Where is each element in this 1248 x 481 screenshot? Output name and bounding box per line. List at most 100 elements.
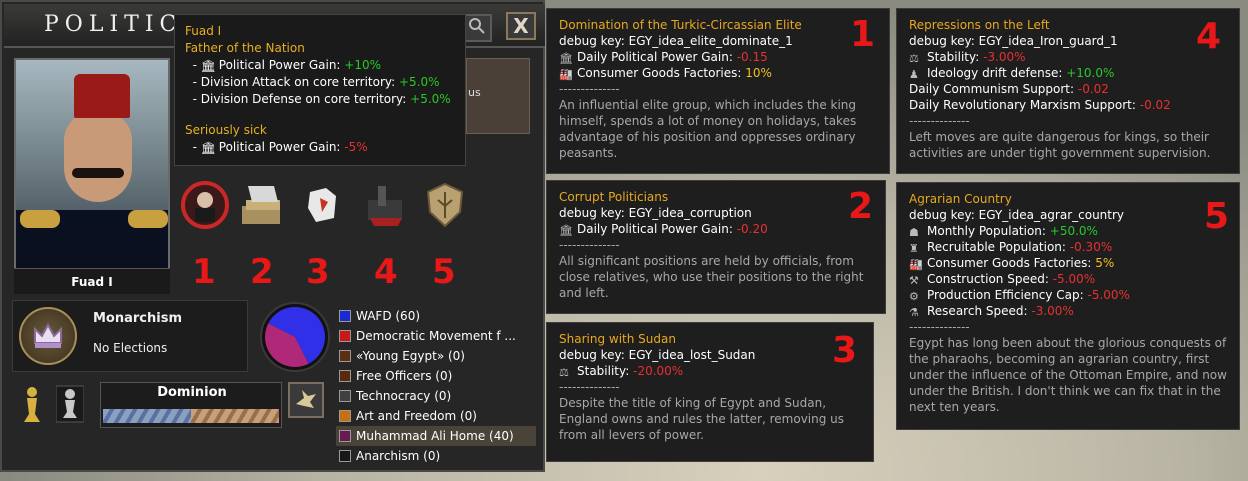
tooltip-title: Corrupt Politicians (559, 190, 669, 204)
elections-status: No Elections (93, 341, 168, 355)
national-spirits-row (178, 178, 478, 238)
chained-hammer-icon[interactable] (358, 178, 412, 232)
scale-icon: ⚖ (909, 52, 919, 65)
tooltip-title: Repressions on the Left (909, 18, 1050, 32)
population-icon: ☗ (909, 226, 919, 239)
party-row[interactable]: Democratic Movement f ... (336, 326, 536, 346)
party-name: Technocracy (0) (356, 389, 452, 403)
party-row[interactable]: Technocracy (0) (336, 386, 536, 406)
pp-icon: 🏛 (200, 59, 217, 73)
idea-tooltip-4: Repressions on the Left debug key: EGY_id… (896, 8, 1240, 174)
partial-label: us (468, 86, 481, 99)
party-row[interactable]: Muhammad Ali Home (40) (336, 426, 536, 446)
tooltip-number: 4 (1196, 16, 1222, 57)
dove-icon[interactable] (288, 382, 324, 418)
tooltip-modifier: ♜ Recruitable Population: -0.30% (909, 240, 1113, 255)
leader-portrait[interactable] (14, 58, 170, 286)
idea-tooltip-5: Agrarian Country debug key: EGY_idea_agra… (896, 182, 1240, 430)
party-row[interactable]: WAFD (60) (336, 306, 536, 326)
tooltip-description: Left moves are quite dangerous for kings… (909, 130, 1211, 160)
production-icon: ⚙ (909, 290, 919, 303)
party-name: WAFD (60) (356, 309, 421, 323)
party-row[interactable]: Art and Freedom (0) (336, 406, 536, 426)
party-color-swatch (339, 390, 351, 402)
trait2-line: - 🏛 Political Power Gain: -5% (185, 140, 368, 155)
wheat-shield-icon[interactable] (418, 178, 472, 232)
tooltip-debug-key: debug key: EGY_idea_elite_dominate_1 (559, 34, 793, 48)
pawn-gold-icon (24, 387, 40, 422)
tooltip-modifier: 🏛 Daily Political Power Gain: -0.15 (559, 50, 768, 65)
tooltip-number: 5 (1204, 196, 1230, 237)
tooltip-modifier: ⚖ Stability: -20.00% (559, 364, 684, 379)
leader-tooltip: Fuad I Father of the Nation - 🏛 Political… (174, 14, 466, 166)
tooltip-description: Despite the title of king of Egypt and S… (559, 396, 845, 442)
party-row[interactable]: «Young Egypt» (0) (336, 346, 536, 366)
ideology-name: Monarchism (93, 311, 183, 326)
epaulette-left (20, 210, 60, 228)
trait1-line: - Division Attack on core territory: +5.… (185, 75, 440, 89)
tooltip-debug-key: debug key: EGY_idea_lost_Sudan (559, 348, 756, 362)
leader-face (64, 112, 132, 202)
dominion-fill-right (191, 409, 279, 423)
magnifier-icon[interactable] (462, 14, 492, 42)
tooltip-title: Sharing with Sudan (559, 332, 676, 346)
tooltip-description: An influential elite group, which includ… (559, 98, 857, 160)
party-row[interactable]: Anarchism (0) (336, 446, 536, 466)
mustache (72, 168, 124, 178)
tooltip-modifier: ♟ Ideology drift defense: +10.0% (909, 66, 1115, 81)
tooltip-description: All significant positions are held by of… (559, 254, 864, 300)
trait-father-of-nation: Father of the Nation (185, 41, 305, 55)
party-name: Democratic Movement f ... (356, 329, 516, 343)
party-color-swatch (339, 350, 351, 362)
tooltip-modifier: Daily Communism Support: -0.02 (909, 82, 1109, 96)
party-row[interactable]: Free Officers (0) (336, 366, 536, 386)
research-icon: ⚗ (909, 306, 919, 319)
party-color-swatch (339, 330, 351, 342)
leader-name: Fuad I (14, 268, 170, 294)
torn-map-icon[interactable] (296, 178, 350, 232)
fez-hat (74, 74, 130, 118)
idea-number: 2 (250, 252, 274, 292)
government-type: Dominion (16, 378, 326, 438)
trait-seriously-sick: Seriously sick (185, 123, 267, 137)
pie-chart (265, 307, 325, 367)
party-name: Free Officers (0) (356, 369, 453, 383)
ideology-icon: ♟ (909, 68, 919, 81)
tooltip-modifier: ⚗ Research Speed: -3.00% (909, 304, 1074, 319)
tooltip-debug-key: debug key: EGY_idea_Iron_guard_1 (909, 34, 1118, 48)
party-list: WAFD (60) Democratic Movement f ... «Young… (336, 306, 536, 466)
tooltip-debug-key: debug key: EGY_idea_corruption (559, 206, 752, 220)
party-popularity-pie[interactable] (260, 302, 330, 372)
tooltip-separator: -------------- (559, 238, 620, 252)
politics-panel: POLITICA X us Fuad I Fuad I Father of th… (0, 0, 545, 472)
money-hand-icon[interactable] (234, 178, 288, 232)
tooltip-modifier: ⚙ Production Efficiency Cap: -5.00% (909, 288, 1130, 303)
idea-tooltip-2: Corrupt Politicians debug key: EGY_idea_c… (546, 180, 886, 314)
party-name: Muhammad Ali Home (40) (356, 429, 514, 443)
trait1-line: - 🏛 Political Power Gain: +10% (185, 58, 382, 73)
idea-number: 3 (306, 252, 330, 292)
party-color-swatch (339, 310, 351, 322)
dominion-bar[interactable]: Dominion (100, 382, 282, 428)
tooltip-separator: -------------- (559, 380, 620, 394)
tooltip-modifier: ⚒ Construction Speed: -5.00% (909, 272, 1096, 287)
idea-number: 5 (432, 252, 456, 292)
tooltip-separator: -------------- (909, 114, 970, 128)
idea-number: 4 (374, 252, 398, 292)
factory-icon: 🏭 (909, 258, 923, 271)
close-button[interactable]: X (506, 12, 536, 40)
pp-icon: 🏛 (559, 52, 573, 65)
tooltip-modifier: ⚖ Stability: -3.00% (909, 50, 1026, 65)
idea-tooltip-1: Domination of the Turkic-Circassian Elit… (546, 8, 890, 174)
tooltip-number: 3 (832, 330, 858, 371)
factory-icon: 🏭 (559, 68, 573, 81)
party-color-swatch (339, 430, 351, 442)
tooltip-separator: -------------- (559, 82, 620, 96)
epaulette-right (128, 210, 168, 228)
tooltip-modifier: 🏭 Consumer Goods Factories: 5% (909, 256, 1115, 271)
party-name: Art and Freedom (0) (356, 409, 477, 423)
elite-portrait-icon[interactable] (178, 178, 232, 232)
tooltip-debug-key: debug key: EGY_idea_agrar_country (909, 208, 1125, 222)
ruling-ideology[interactable]: Monarchism No Elections (12, 300, 248, 372)
construction-icon: ⚒ (909, 274, 919, 287)
